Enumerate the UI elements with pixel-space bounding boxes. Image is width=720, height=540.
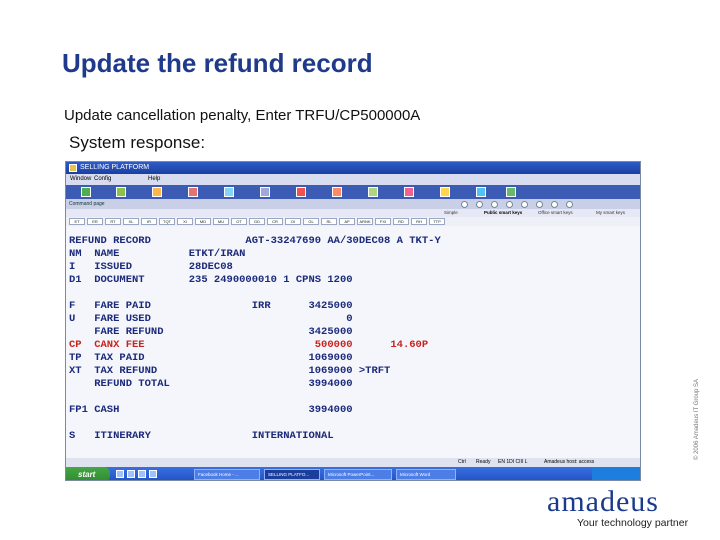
terminal-screenshot: SELLING PLATFORM Window Config Help Comm… <box>65 161 641 481</box>
smart-key-cr[interactable]: CR <box>267 218 283 225</box>
back-icon[interactable] <box>461 201 468 208</box>
toolbar <box>66 185 640 199</box>
plane-icon[interactable] <box>224 187 234 197</box>
view-tabs: Simple Public smart keys Office smart ke… <box>66 209 640 217</box>
smart-key-rt[interactable]: RT <box>105 218 121 225</box>
taskbar-item-powerpoint[interactable]: Microsoft PowerPoint... <box>324 469 392 480</box>
refresh-icon[interactable] <box>506 201 513 208</box>
smart-key-gl[interactable]: GL <box>303 218 319 225</box>
taskbar-item-word[interactable]: Microsoft Word <box>396 469 456 480</box>
hotel-icon[interactable] <box>368 187 378 197</box>
desktop-icon[interactable] <box>127 470 135 478</box>
window-menubar: Window Config Help <box>66 174 640 185</box>
menu-window[interactable]: Window <box>70 174 91 185</box>
queue-icon[interactable] <box>404 187 414 197</box>
help-icon[interactable] <box>506 187 516 197</box>
slide-title: Update the refund record <box>62 48 373 78</box>
terminal-line: U FARE USED 0 <box>69 313 353 325</box>
copy-icon[interactable] <box>536 201 543 208</box>
smart-key-arnk[interactable]: ARNK <box>357 218 373 225</box>
status-ready: Ready <box>476 459 491 465</box>
smart-key-ot[interactable]: OT <box>231 218 247 225</box>
status-mode: Ctrl <box>458 459 466 465</box>
stop-icon[interactable] <box>491 201 498 208</box>
slide-subtitle: Update cancellation penalty, Enter TRFU/… <box>64 107 421 124</box>
app-icon <box>69 164 77 172</box>
terminal-line: NM NAME ETKT/IRAN <box>69 248 246 260</box>
smart-key-et[interactable]: ET <box>69 218 85 225</box>
config-icon[interactable] <box>566 201 573 208</box>
calendar-icon[interactable] <box>152 187 162 197</box>
taskbar-item-selling-platform[interactable]: SELLING PLATFO... <box>264 469 320 480</box>
copyright-notice: © 2006 Amadeus IT Group SA <box>694 378 700 460</box>
window-titlebar[interactable]: SELLING PLATFORM <box>66 162 640 174</box>
smart-key-er[interactable]: ER <box>87 218 103 225</box>
terminal-line: I ISSUED 28DEC08 <box>69 261 233 273</box>
person-icon[interactable] <box>296 187 306 197</box>
terminal-line: S ITINERARY INTERNATIONAL <box>69 430 334 442</box>
search-icon[interactable] <box>551 201 558 208</box>
smart-key-ir[interactable]: IR <box>141 218 157 225</box>
smart-key-mu[interactable]: MU <box>213 218 229 225</box>
smart-key-ap[interactable]: AP <box>339 218 355 225</box>
media-icon[interactable] <box>149 470 157 478</box>
tab-public-smart-keys[interactable]: Public smart keys <box>484 209 522 217</box>
terminal-line: XT TAX REFUND 1069000 >TRFT <box>69 365 391 377</box>
taskbar: start Facebook Home - ... SELLING PLATFO… <box>66 467 640 480</box>
smart-key-rh[interactable]: RH <box>411 218 427 225</box>
command-page-label[interactable]: Command page <box>69 199 105 209</box>
smart-key-oi[interactable]: OI <box>285 218 301 225</box>
system-tray[interactable] <box>592 467 640 480</box>
forward-icon[interactable] <box>476 201 483 208</box>
command-bar: Command page <box>66 199 640 209</box>
info-icon[interactable] <box>476 187 486 197</box>
menu-config[interactable]: Config <box>94 174 111 185</box>
logo-tagline: Your technology partner <box>577 517 689 529</box>
start-button[interactable]: start <box>66 467 110 480</box>
car-icon[interactable] <box>260 187 270 197</box>
ie-icon[interactable] <box>116 470 124 478</box>
smart-key-gd[interactable]: GD <box>249 218 265 225</box>
ticket-icon[interactable] <box>188 187 198 197</box>
tab-office-smart-keys[interactable]: Office smart keys <box>538 209 573 217</box>
globe-icon[interactable] <box>116 187 126 197</box>
smart-key-tqt[interactable]: TQT <box>159 218 175 225</box>
tab-simple[interactable]: Simple <box>444 209 458 217</box>
smart-key-ttp[interactable]: TTP <box>429 218 445 225</box>
terminal-line: D1 DOCUMENT 235 2490000010 1 CPNS 1200 <box>69 274 353 286</box>
terminal-line: FARE REFUND 3425000 <box>69 326 353 338</box>
taskbar-item-facebook[interactable]: Facebook Home - ... <box>194 469 260 480</box>
system-response-label: System response: <box>69 133 206 152</box>
tab-my-smart-keys[interactable]: My smart keys <box>596 209 625 217</box>
print-icon[interactable] <box>521 201 528 208</box>
status-connection: Amadeus host: access <box>544 459 595 465</box>
smart-key-rl[interactable]: RL <box>321 218 337 225</box>
status-bar: Ctrl Ready EN 1DI CIII L Amadeus host: a… <box>66 458 640 467</box>
status-session: EN 1DI CIII L <box>498 459 528 465</box>
smart-key-md[interactable]: MD <box>195 218 211 225</box>
logo-wordmark: amadeus <box>547 485 659 518</box>
smart-key-rd[interactable]: RD <box>393 218 409 225</box>
settings-icon[interactable] <box>440 187 450 197</box>
terminal-line: REFUND RECORD AGT-33247690 AA/30DEC08 A … <box>69 235 441 247</box>
smart-keys-bar: ET ER RT XL IR TQT XI MD MU OT GD CR OI GL RL AP ARNK FXI… <box>66 217 640 226</box>
terminal-line: FP1 CASH 3994000 <box>69 404 353 416</box>
terminal-line: F FARE PAID IRR 3425000 <box>69 300 353 312</box>
agent-icon[interactable] <box>332 187 342 197</box>
terminal-line: REFUND TOTAL 3994000 <box>69 378 353 390</box>
home-icon[interactable] <box>81 187 91 197</box>
window-title: SELLING PLATFORM <box>80 164 150 171</box>
smart-key-xi[interactable]: XI <box>177 218 193 225</box>
terminal-line: CP CANX FEE 500000 14.60P <box>69 339 429 351</box>
menu-help[interactable]: Help <box>148 174 160 185</box>
amadeus-logo: amadeus Your technology partner <box>547 485 697 535</box>
smart-key-xl[interactable]: XL <box>123 218 139 225</box>
terminal-screen[interactable]: REFUND RECORD AGT-33247690 AA/30DEC08 A … <box>66 226 640 464</box>
smart-key-fxi[interactable]: FXI <box>375 218 391 225</box>
outlook-icon[interactable] <box>138 470 146 478</box>
terminal-line: TP TAX PAID 1069000 <box>69 352 353 364</box>
